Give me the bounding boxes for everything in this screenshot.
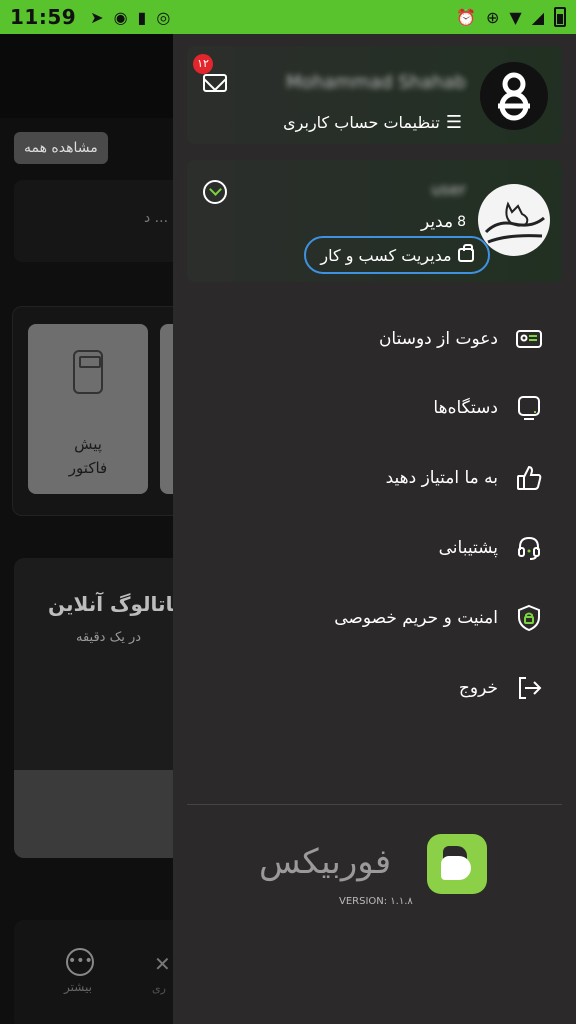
banner-subtitle: در یک دقیقه [76, 630, 142, 645]
navigation-drawer: Mohammad Shahab تنظیمات حساب کاربری ☰ ۱۲… [173, 34, 576, 1024]
chevron-down-icon[interactable] [203, 180, 227, 204]
battery-saver-icon: ▮ [137, 7, 147, 27]
account-settings-link[interactable]: تنظیمات حساب کاربری ☰ [283, 112, 462, 133]
spotify-icon: ◉ [113, 7, 128, 27]
business-avatar [478, 184, 550, 256]
user-avatar [480, 62, 548, 130]
thumbs-up-icon [514, 463, 544, 493]
device-icon [514, 393, 544, 423]
mail-icon[interactable] [203, 74, 227, 92]
unread-badge: ۱۲ [193, 54, 213, 74]
headset-icon [514, 533, 544, 563]
menu-item-label: خروج [458, 678, 498, 698]
data-saver-icon: ⊕ [485, 7, 500, 27]
nav-item-label: ری [152, 982, 166, 995]
menu-item-devices[interactable]: دستگاه‌ها [173, 385, 576, 431]
battery-icon [554, 7, 566, 27]
menu-item-invite[interactable]: دعوت از دوستان [173, 316, 576, 362]
calculator-icon [73, 350, 103, 394]
banner-title: کاتالوگ آنلاین [48, 592, 184, 616]
business-card[interactable]: user مدیر 8 مدیریت کسب و کار [187, 160, 562, 282]
person-icon [498, 72, 530, 121]
cat-icon [484, 201, 545, 244]
menu-lines-icon: ☰ [445, 112, 462, 133]
menu-item-security[interactable]: امنیت و حریم خصوصی [173, 595, 576, 641]
business-name: user [431, 180, 466, 199]
account-card[interactable]: Mohammad Shahab تنظیمات حساب کاربری ☰ ۱۲ [187, 46, 562, 144]
account-name: Mohammad Shahab [286, 72, 466, 93]
more-icon[interactable]: ••• [66, 948, 94, 976]
brand-name: فوربیکس [259, 842, 392, 882]
summary-card-text: د ... [144, 210, 169, 226]
menu-item-label: پشتیبانی [438, 538, 498, 558]
business-management-button[interactable]: مدیریت کسب و کار [304, 236, 490, 274]
wifi-icon: ▼ [509, 7, 522, 27]
menu-item-logout[interactable]: خروج [173, 665, 576, 711]
role-person-icon: 8 [457, 214, 466, 230]
menu-item-rate-us[interactable]: به ما امتیاز دهید [173, 455, 576, 501]
nav-more-label: بیشتر [64, 980, 92, 994]
telegram-icon: ➤ [90, 7, 104, 27]
business-management-label: مدیریت کسب و کار [320, 245, 452, 265]
account-settings-label: تنظیمات حساب کاربری [283, 113, 440, 132]
brand-logo-icon [427, 834, 487, 894]
role-row: مدیر 8 [421, 212, 466, 232]
menu-item-support[interactable]: پشتیبانی [173, 525, 576, 571]
summary-card[interactable]: د ... [14, 180, 184, 262]
shield-lock-icon [514, 603, 544, 633]
alarm-icon: ⏰ [456, 7, 476, 27]
brand-row: فوربیکس [173, 834, 576, 894]
invite-card-icon [514, 324, 544, 354]
menu-item-label: به ما امتیاز دهید [385, 468, 498, 488]
proforma-label-line1: پیش [74, 435, 102, 453]
chrome-icon: ◎ [156, 7, 171, 27]
nav-item-icon[interactable]: ✕ [154, 952, 171, 976]
briefcase-icon [457, 244, 474, 262]
signal-icon: ◢ [531, 7, 544, 27]
bottom-nav: ••• بیشتر ✕ ری [14, 920, 184, 1024]
menu-item-label: دعوت از دوستان [378, 329, 498, 349]
status-time: 11:59 [10, 5, 77, 29]
banner-image [14, 770, 184, 858]
proforma-label-line2: فاکتور [68, 459, 108, 477]
catalog-banner[interactable]: کاتالوگ آنلاین در یک دقیقه [14, 558, 184, 858]
proforma-tile[interactable]: پیش فاکتور [28, 324, 148, 494]
role-label: مدیر [420, 212, 454, 232]
logout-icon [514, 673, 544, 703]
menu-item-label: امنیت و حریم خصوصی [334, 608, 498, 628]
app-version: VERSION: ۱.۱.۸ [339, 896, 413, 907]
divider [187, 804, 562, 805]
see-all-button[interactable]: مشاهده همه [14, 132, 108, 164]
status-bar: 11:59 ➤ ◉ ▮ ◎ ⏰ ⊕ ▼ ◢ [0, 0, 576, 34]
menu-item-label: دستگاه‌ها [433, 398, 498, 418]
